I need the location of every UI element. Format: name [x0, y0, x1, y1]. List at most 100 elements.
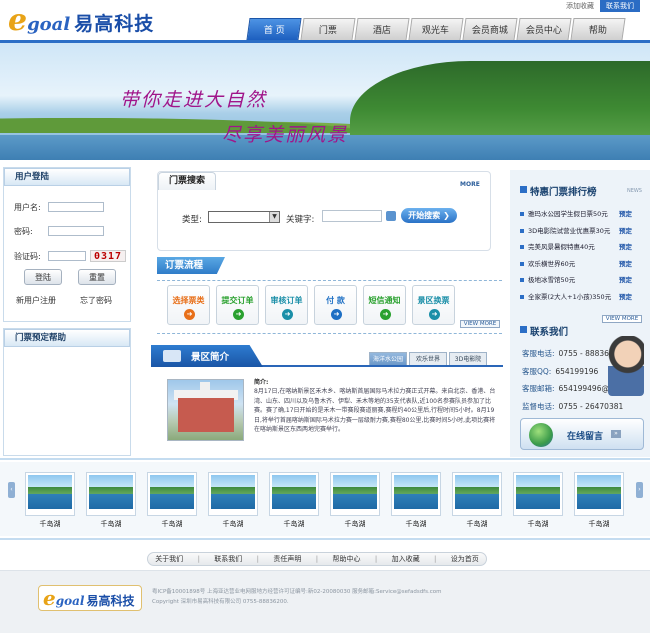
scenic-intro-text: 简介: 8月17日,在喀纳斯景区禾木乡、喀纳斯首届国际马术拉力赛正式开幕。来自北…: [254, 378, 499, 434]
gallery-thumbnail[interactable]: [86, 472, 136, 516]
scenic-photo[interactable]: [167, 379, 244, 441]
footer-link[interactable]: 设为首页: [451, 554, 479, 564]
gallery-thumbnail[interactable]: [208, 472, 258, 516]
flow-step-2[interactable]: 提交订单 ➜: [216, 285, 259, 325]
ranking-item[interactable]: 全家票(2大人+1小孩)350元 预定: [520, 291, 638, 301]
keyword-input[interactable]: [322, 210, 382, 222]
booking-flow-steps: 选择票类 ➜ 提交订单 ➜ 审核订单 ➜ 付 款 ➜ 短信通知 ➜ 景区换票 ➜: [167, 285, 455, 325]
ranking-item[interactable]: 雅玛水公园学生假日票50元 预定: [520, 208, 638, 218]
separator: |: [197, 555, 200, 563]
flow-step-5[interactable]: 短信通知 ➜: [363, 285, 406, 325]
ranking-item-name: 雅玛水公园学生假日票50元: [528, 210, 608, 218]
flow-step-1[interactable]: 选择票类 ➜: [167, 285, 210, 325]
lake-photo: [455, 475, 499, 509]
bullet-icon: [520, 212, 524, 216]
intro-tab-3d-cinema[interactable]: 3D电影院: [449, 352, 487, 365]
flow-step-label: 提交订单: [221, 296, 254, 305]
reset-button[interactable]: 重置: [78, 269, 116, 285]
bullet-icon: [520, 278, 524, 283]
intro-tab-water-park[interactable]: 海洋水公园: [369, 352, 407, 365]
lake-photo: [211, 475, 255, 509]
footer-link[interactable]: 联系我们: [214, 554, 242, 564]
gallery-thumbnail[interactable]: [25, 472, 75, 516]
square-icon: [520, 186, 527, 193]
forgot-password-link[interactable]: 忘了密码: [80, 295, 112, 306]
book-link[interactable]: 预定: [619, 258, 632, 268]
nav-tab-2[interactable]: 酒店: [354, 18, 410, 40]
nav-tab-3[interactable]: 观光车: [408, 18, 464, 40]
ranking-item[interactable]: 欢乐横世界60元 预定: [520, 258, 638, 268]
footer-links: 关于我们 | 联系我们 | 责任声明 | 帮助中心 | 加入收藏 | 设为首页: [147, 552, 487, 566]
flow-step-6[interactable]: 景区换票 ➜: [412, 285, 455, 325]
gallery-thumbnail[interactable]: [452, 472, 502, 516]
search-icon[interactable]: [386, 211, 396, 221]
ranking-item-name: 3D电影院试营业优惠票30元: [528, 226, 611, 235]
contact-us-link[interactable]: 联系我们: [600, 0, 640, 12]
gallery-thumbnail[interactable]: [147, 472, 197, 516]
password-input[interactable]: [48, 226, 104, 236]
nav-tab-0[interactable]: 首 页: [246, 18, 302, 40]
right-sidebar: 特惠门票排行榜 NEWS 雅玛水公园学生假日票50元 预定 3D电影院试营业优惠票3…: [510, 170, 650, 457]
footer-link[interactable]: 加入收藏: [392, 554, 420, 564]
lake-photo: [333, 475, 377, 509]
separator: |: [315, 555, 319, 563]
gallery-thumbnail[interactable]: [574, 472, 624, 516]
gallery-thumbnail[interactable]: [330, 472, 380, 516]
separator: |: [256, 555, 260, 563]
flow-step-3[interactable]: 审核订单 ➜: [265, 285, 308, 325]
nav-tab-1[interactable]: 门票: [300, 18, 356, 40]
add-favorite-link[interactable]: 添加收藏: [566, 1, 594, 11]
book-link[interactable]: 预定: [619, 274, 632, 284]
username-label: 用户名:: [14, 203, 41, 212]
book-link[interactable]: 预定: [619, 208, 632, 218]
ranking-item[interactable]: 3D电影院试营业优惠票30元 预定: [520, 225, 638, 235]
type-select[interactable]: ▼: [208, 211, 280, 223]
gallery-divider: [0, 458, 650, 460]
scenic-intro-header: 景区简介 海洋水公园 欢乐世界 3D电影院: [151, 345, 503, 367]
nav-tab-5[interactable]: 会员中心: [516, 18, 572, 40]
gallery-next-button[interactable]: ›: [636, 482, 643, 498]
lake-photo: [516, 475, 560, 509]
nav-tab-6[interactable]: 帮助: [570, 18, 626, 40]
book-link[interactable]: 预定: [619, 291, 632, 301]
register-link[interactable]: 新用户注册: [16, 295, 56, 306]
gallery-thumbnail[interactable]: [391, 472, 441, 516]
ranking-item-name: 全家票(2大人+1小孩)350元: [528, 293, 612, 301]
footer-link[interactable]: 关于我们: [155, 554, 183, 564]
ranking-item[interactable]: 完美风景暑假特惠40元 预定: [520, 241, 638, 251]
gallery-thumbnail[interactable]: [269, 472, 319, 516]
flow-view-more-button[interactable]: VIEW MORE: [460, 320, 500, 328]
captcha-input[interactable]: [48, 251, 86, 261]
username-input[interactable]: [48, 202, 104, 212]
search-button[interactable]: 开始搜索 ❯: [401, 208, 457, 223]
book-link[interactable]: 预定: [619, 225, 632, 235]
customer-service-agent-image: [608, 336, 644, 396]
footer-logo[interactable]: egoal 易高科技: [38, 585, 142, 611]
gallery-caption: 千岛湖: [39, 520, 61, 528]
gallery-caption: 千岛湖: [405, 520, 427, 528]
banner-forest: [350, 61, 650, 141]
gallery-thumbnail[interactable]: [513, 472, 563, 516]
nav-tab-4[interactable]: 会员商城: [462, 18, 518, 40]
flow-step-label: 短信通知: [368, 296, 401, 305]
search-more-link[interactable]: MORE: [460, 181, 480, 188]
site-logo[interactable]: egoal 易高科技: [8, 6, 168, 36]
flow-step-label: 选择票类: [172, 296, 205, 305]
online-message-button[interactable]: 在线留言 »: [520, 418, 644, 450]
lake-photo: [28, 475, 72, 509]
footer-link[interactable]: 责任声明: [273, 554, 301, 564]
captcha-image[interactable]: 0317: [90, 250, 126, 262]
chevron-down-icon: ▼: [269, 212, 279, 222]
flow-step-4[interactable]: 付 款 ➜: [314, 285, 357, 325]
gallery-prev-button[interactable]: ‹: [8, 482, 15, 498]
nav-tab-label: 会员中心: [525, 26, 562, 36]
ranking-item[interactable]: 极地冰雪馆50元 预定: [520, 274, 638, 284]
book-link[interactable]: 预定: [619, 241, 632, 251]
intro-body: 8月17日,在喀纳斯景区禾木乡、喀纳斯首届国际马术拉力赛正式开幕。来自北京、香港…: [254, 388, 496, 434]
footer-link[interactable]: 帮助中心: [333, 554, 361, 564]
arrow-right-icon: ❯: [443, 211, 450, 220]
lake-photo: [89, 475, 133, 509]
lake-photo: [577, 475, 621, 509]
login-button[interactable]: 登陆: [24, 269, 62, 285]
intro-tab-happy-world[interactable]: 欢乐世界: [409, 352, 447, 365]
